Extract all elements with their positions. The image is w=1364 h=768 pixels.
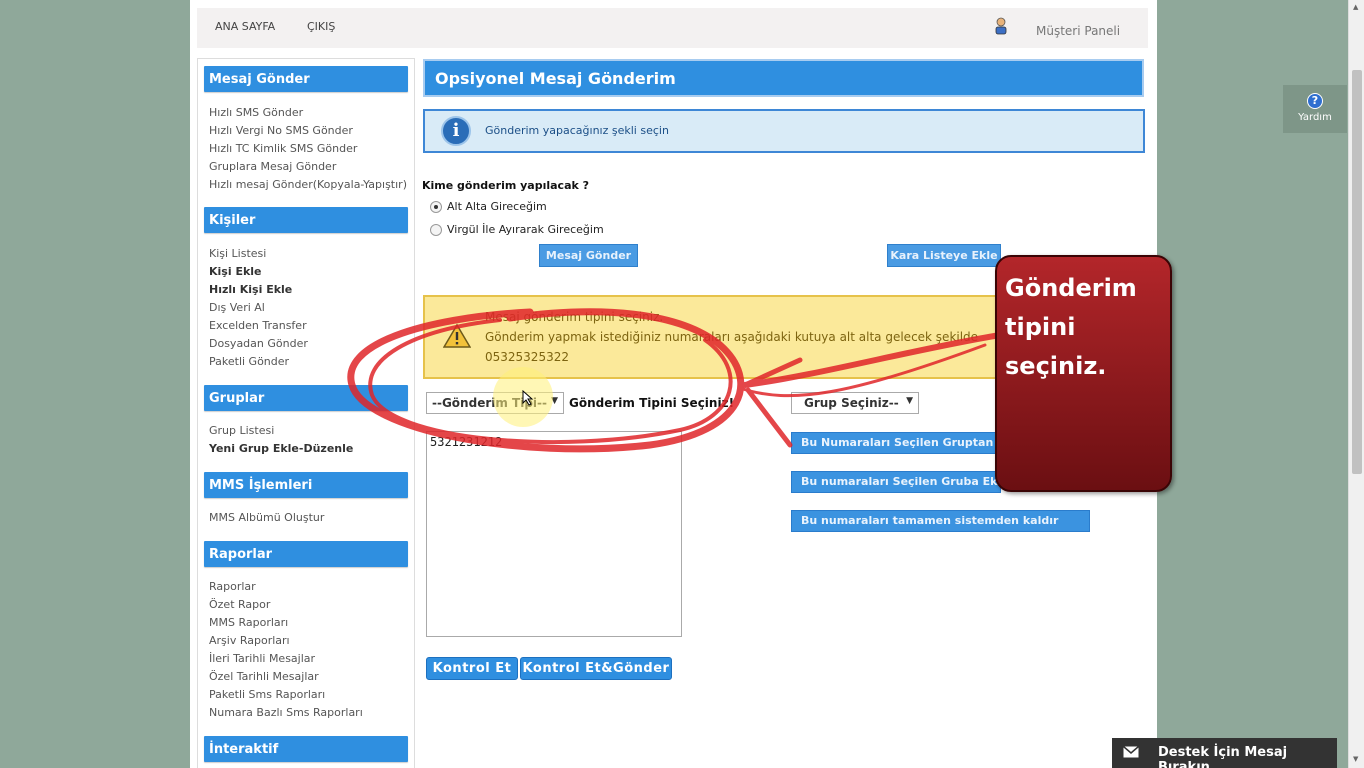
remove-from-group-button[interactable]: Bu Numaraları Seçilen Gruptan Çıkar xyxy=(791,432,1001,454)
warning-banner: Mesaj gönderim tipini seçiniz. Gönderim … xyxy=(423,295,1003,379)
sidebar-section-send-message[interactable]: Mesaj Gönder xyxy=(204,66,408,92)
sidebar-item-archive-reports[interactable]: Arşiv Raporları xyxy=(209,634,290,647)
info-text: Gönderim yapacağınız şekli seçin xyxy=(485,124,669,137)
user-icon[interactable] xyxy=(994,17,1008,35)
remove-from-system-button[interactable]: Bu numaraları tamamen sistemden kaldır xyxy=(791,510,1090,532)
page-scrollbar[interactable]: ▲ ▼ xyxy=(1348,0,1364,768)
add-to-group-button[interactable]: Bu numaraları Seçilen Gruba Ekle xyxy=(791,471,1001,493)
check-and-send-button[interactable]: Kontrol Et&Gönder xyxy=(520,657,672,680)
mail-icon[interactable] xyxy=(1123,746,1139,758)
group-select[interactable]: Grup Seçiniz-- ▼ xyxy=(791,392,919,414)
sidebar-item-mms-album[interactable]: MMS Albümü Oluştur xyxy=(209,511,324,524)
support-label[interactable]: Destek İçin Mesaj Bırakın xyxy=(1158,745,1287,768)
sidebar-item-group-list[interactable]: Grup Listesi xyxy=(209,424,274,437)
blacklist-button[interactable]: Kara Listeye Ekle xyxy=(887,244,1001,267)
callout-line: seçiniz. xyxy=(1005,352,1107,380)
warning-example-number: 05325325322 xyxy=(485,350,569,364)
callout-line: tipini xyxy=(1005,313,1076,341)
sidebar-item-special-date-messages[interactable]: Özel Tarihli Mesajlar xyxy=(209,670,319,683)
mouse-cursor-icon xyxy=(522,390,534,406)
help-button[interactable]: ? Yardım xyxy=(1283,85,1347,133)
callout-line: Gönderim xyxy=(1005,274,1137,302)
radio-button-checked[interactable] xyxy=(430,200,442,213)
check-button[interactable]: Kontrol Et xyxy=(426,657,518,680)
sidebar: Mesaj Gönder Hızlı SMS Gönder Hızlı Verg… xyxy=(197,58,415,768)
scroll-up-arrow-icon[interactable]: ▲ xyxy=(1353,3,1358,11)
support-message-bar[interactable]: Destek İçin Mesaj Bırakın xyxy=(1112,738,1337,768)
sidebar-item-reports[interactable]: Raporlar xyxy=(209,580,256,593)
send-type-label: Gönderim Tipini Seçiniz! xyxy=(569,396,735,410)
warning-title: Mesaj gönderim tipini seçiniz. xyxy=(485,310,664,324)
recipient-question-label: Kime gönderim yapılacak ? xyxy=(422,179,590,192)
sidebar-section-reports[interactable]: Raporlar xyxy=(204,541,408,567)
warning-icon xyxy=(443,323,471,348)
group-select-value[interactable]: Grup Seçiniz-- xyxy=(804,396,899,410)
sidebar-item-package-send[interactable]: Paketli Gönder xyxy=(209,355,289,368)
radio-line-by-line[interactable]: Alt Alta Gireceğim xyxy=(430,200,547,213)
sidebar-section-groups[interactable]: Gruplar xyxy=(204,385,408,411)
sidebar-item-group-edit[interactable]: Yeni Grup Ekle-Düzenle xyxy=(209,442,353,455)
nav-home-link[interactable]: ANA SAYFA xyxy=(215,20,275,33)
sidebar-item-excel-transfer[interactable]: Excelden Transfer xyxy=(209,319,307,332)
warning-text: Gönderim yapmak istediğiniz numaraları a… xyxy=(485,330,979,344)
sidebar-item-add-contact[interactable]: Kişi Ekle xyxy=(209,265,262,278)
sidebar-item-group-message[interactable]: Gruplara Mesaj Gönder xyxy=(209,160,336,173)
sidebar-item-quick-add-contact[interactable]: Hızlı Kişi Ekle xyxy=(209,283,292,296)
numbers-textarea[interactable]: 5321231212 xyxy=(426,431,682,637)
radio-label[interactable]: Virgül İle Ayırarak Gireceğim xyxy=(447,223,604,236)
info-banner: i Gönderim yapacağınız şekli seçin xyxy=(423,109,1145,153)
sidebar-section-interactive[interactable]: İnteraktif xyxy=(204,736,408,762)
info-icon: i xyxy=(441,116,471,146)
radio-label[interactable]: Alt Alta Gireceğim xyxy=(447,200,547,213)
help-icon[interactable]: ? xyxy=(1307,93,1323,109)
nav-logout-link[interactable]: ÇIKIŞ xyxy=(307,20,335,33)
page-title: Opsiyonel Mesaj Gönderim xyxy=(423,59,1144,97)
annotation-callout: Gönderim tipini seçiniz. xyxy=(995,255,1172,492)
sidebar-item-copy-paste[interactable]: Hızlı mesaj Gönder(Kopyala-Yapıştır) xyxy=(209,178,407,191)
sidebar-section-contacts[interactable]: Kişiler xyxy=(204,207,408,233)
send-message-button[interactable]: Mesaj Gönder xyxy=(539,244,638,267)
sidebar-item-quick-sms[interactable]: Hızlı SMS Gönder xyxy=(209,106,303,119)
sidebar-item-scheduled-messages[interactable]: İleri Tarihli Mesajlar xyxy=(209,652,315,665)
sidebar-item-tc-sms[interactable]: Hızlı TC Kimlik SMS Gönder xyxy=(209,142,357,155)
radio-button[interactable] xyxy=(430,223,442,236)
sidebar-item-external-data[interactable]: Dış Veri Al xyxy=(209,301,265,314)
help-label[interactable]: Yardım xyxy=(1298,112,1332,123)
sidebar-item-number-reports[interactable]: Numara Bazlı Sms Raporları xyxy=(209,706,363,719)
sidebar-item-package-reports[interactable]: Paketli Sms Raporları xyxy=(209,688,325,701)
chevron-down-icon[interactable]: ▼ xyxy=(906,396,913,406)
top-nav-bar: ANA SAYFA ÇIKIŞ Müşteri Paneli xyxy=(197,8,1148,48)
scroll-thumb[interactable] xyxy=(1352,70,1362,474)
sidebar-item-summary-report[interactable]: Özet Rapor xyxy=(209,598,270,611)
sidebar-item-file-send[interactable]: Dosyadan Gönder xyxy=(209,337,308,350)
sidebar-item-tax-no-sms[interactable]: Hızlı Vergi No SMS Gönder xyxy=(209,124,353,137)
sidebar-item-mms-reports[interactable]: MMS Raporları xyxy=(209,616,288,629)
radio-comma-separated[interactable]: Virgül İle Ayırarak Gireceğim xyxy=(430,223,604,236)
sidebar-item-contact-list[interactable]: Kişi Listesi xyxy=(209,247,266,260)
sidebar-section-mms[interactable]: MMS İşlemleri xyxy=(204,472,408,498)
customer-panel-label[interactable]: Müşteri Paneli xyxy=(1036,24,1120,38)
scroll-down-arrow-icon[interactable]: ▼ xyxy=(1353,755,1358,763)
